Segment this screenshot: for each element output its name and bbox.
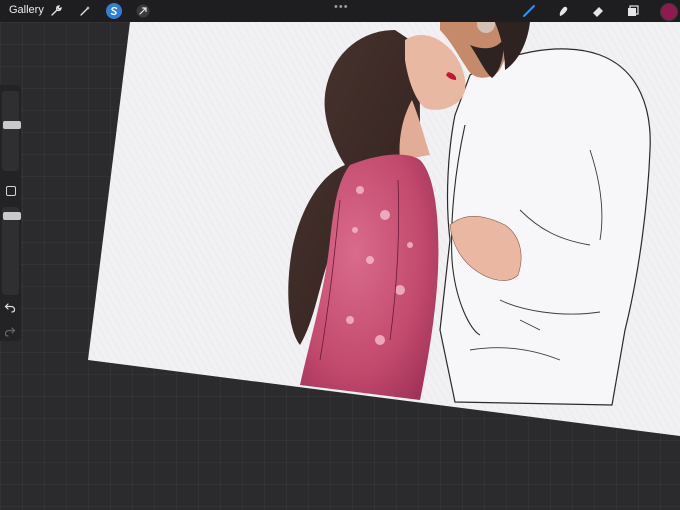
color-picker-button[interactable]	[660, 3, 678, 21]
selection-icon[interactable]	[106, 3, 122, 19]
brush-icon[interactable]	[521, 3, 537, 19]
layers-icon[interactable]	[625, 3, 641, 19]
undo-icon[interactable]	[4, 301, 16, 313]
left-sidebar	[0, 85, 21, 341]
redo-icon[interactable]	[4, 325, 16, 337]
opacity-slider[interactable]	[2, 207, 21, 295]
brush-size-thumb[interactable]	[3, 121, 21, 129]
eraser-icon[interactable]	[590, 3, 606, 19]
gallery-button[interactable]: Gallery	[9, 4, 44, 16]
brush-size-slider[interactable]	[2, 91, 21, 171]
magic-wand-icon[interactable]	[77, 3, 93, 19]
modify-button[interactable]	[6, 186, 16, 196]
wrench-icon[interactable]	[48, 3, 64, 19]
opacity-thumb[interactable]	[3, 212, 21, 220]
actions-menu-dots[interactable]: •••	[334, 1, 349, 13]
drawing-canvas[interactable]	[0, 0, 680, 510]
top-toolbar: Gallery •••	[0, 0, 680, 22]
smudge-icon[interactable]	[555, 3, 571, 19]
transform-arrow-icon[interactable]	[135, 3, 151, 19]
